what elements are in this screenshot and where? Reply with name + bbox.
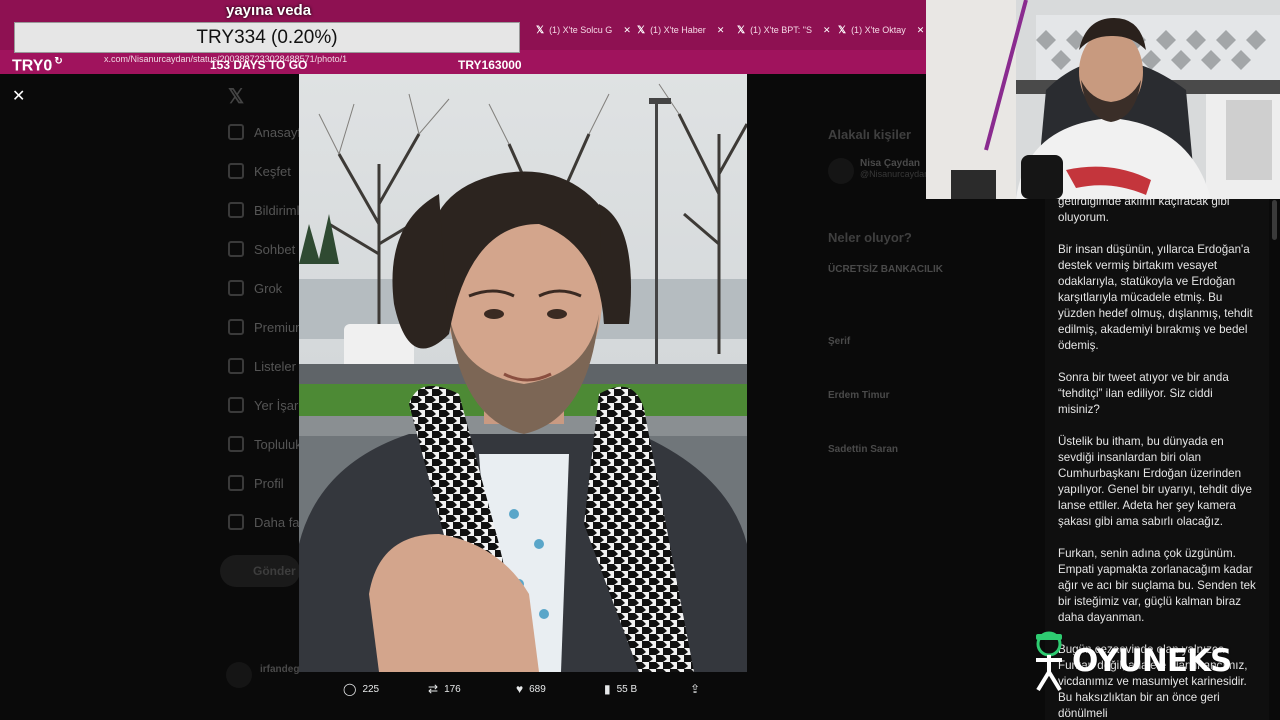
home-icon [228, 124, 244, 140]
article-paragraph: Sonra bir tweet atıyor ve bir anda “tehd… [1058, 371, 1229, 416]
stream-frame: 𝕏 Anasayfa Keşfet Bildirimler Sohbet Gro… [0, 0, 1280, 720]
x-premium-icon [228, 319, 244, 335]
post-button[interactable]: Gönder [220, 555, 300, 587]
close-icon[interactable]: ✕ [917, 25, 925, 36]
x-logo-icon: 𝕏 [838, 24, 847, 36]
heart-icon: ♥ [516, 682, 524, 696]
stream-banner-text: yayına veda [226, 2, 312, 19]
bookmark-icon [228, 397, 244, 413]
sidebar-item-lists[interactable]: Listeler [228, 358, 296, 374]
mascot-logo-icon [1036, 631, 1062, 692]
x-logo-icon: 𝕏 [228, 86, 245, 108]
webcam-illustration [926, 0, 1280, 199]
browser-tab[interactable]: 𝕏 (1) X'te Haber ✕ [637, 21, 724, 39]
bar-chart-icon: ▮ [604, 682, 611, 696]
reply-avatar [226, 662, 252, 688]
people-icon [228, 436, 244, 452]
x-logo-icon: 𝕏 [637, 24, 646, 36]
trends-header: Neler oluyor? [828, 230, 912, 245]
trend-item[interactable]: Sadettin Saran [828, 444, 898, 455]
sidebar-item-home[interactable]: Anasayfa [228, 124, 308, 140]
sidebar-item-chat[interactable]: Sohbet [228, 241, 295, 257]
article-paragraph: Bir insan düşünün, yıllarca Erdoğan'a de… [1058, 243, 1253, 352]
trend-item[interactable]: Şerif [828, 336, 850, 347]
more-icon [228, 514, 244, 530]
repost-button[interactable]: ⇄ 176 [428, 680, 461, 698]
sidebar-item-profile[interactable]: Profil [228, 475, 284, 491]
price-ticker-box: TRY334 (0.20%) [14, 22, 520, 53]
close-icon[interactable]: ✕ [623, 25, 631, 36]
browser-tab[interactable]: 𝕏 (1) X'te Oktay ✕ [838, 21, 924, 39]
oyuneks-watermark: OYUNEKS [1028, 630, 1232, 692]
trend-item[interactable]: ÜCRETSİZ BANKACILIK [828, 264, 943, 275]
selfie-photo-illustration [299, 74, 747, 672]
like-button[interactable]: ♥ 689 [516, 680, 546, 698]
watermark-text: OYUNEKS [1072, 643, 1232, 679]
bell-icon [228, 202, 244, 218]
article-paragraph: Üstelik bu itham, bu dünyada en sevdiği … [1058, 435, 1252, 528]
related-people-header: Alakalı kişiler [828, 127, 912, 142]
views-button[interactable]: ▮ 55 B [604, 680, 637, 698]
reply-button[interactable]: ◯ 225 [343, 680, 379, 698]
article-scrollbar[interactable] [1269, 196, 1280, 720]
browser-tab[interactable]: 𝕏 (1) X'te Solcu G ✕ [536, 21, 631, 39]
related-person[interactable]: Nisa Çaydan @Nisanurcaydan [860, 158, 929, 179]
close-icon[interactable]: ✕ [12, 86, 25, 106]
mail-icon [228, 241, 244, 257]
list-icon [228, 358, 244, 374]
sidebar-item-grok[interactable]: Grok [228, 280, 282, 296]
x-logo-icon: 𝕏 [536, 24, 545, 36]
trend-item[interactable]: Erdem Timur [828, 390, 890, 401]
days-to-go: 153 DAYS TO GO [210, 58, 308, 72]
browser-tab[interactable]: 𝕏 (1) X'te BPT: "S ✕ [737, 21, 831, 39]
sidebar-item-premium[interactable]: Premium [228, 319, 306, 335]
webcam-feed [926, 0, 1280, 199]
related-avatar [828, 158, 854, 184]
sidebar-item-explore[interactable]: Keşfet [228, 163, 291, 179]
x-logo-icon: 𝕏 [737, 24, 746, 36]
share-button[interactable]: ⇪ [690, 680, 700, 698]
close-icon[interactable]: ✕ [823, 25, 831, 36]
repost-icon: ⇄ [428, 682, 439, 696]
close-icon[interactable]: ✕ [717, 25, 725, 36]
donation-counter: TRY0 ↻ [12, 56, 63, 75]
share-icon: ⇪ [690, 682, 701, 696]
user-icon [228, 475, 244, 491]
refresh-icon: ↻ [54, 56, 63, 67]
post-photo[interactable] [299, 74, 747, 672]
search-icon [228, 163, 244, 179]
reply-user: irfandeg [260, 664, 300, 675]
article-paragraph: Furkan, senin adına çok üzgünüm. Empati … [1058, 547, 1256, 624]
comment-icon: ◯ [343, 682, 357, 696]
grok-icon [228, 280, 244, 296]
scroll-thumb[interactable] [1272, 200, 1277, 240]
donation-goal: TRY163000 [458, 58, 522, 72]
